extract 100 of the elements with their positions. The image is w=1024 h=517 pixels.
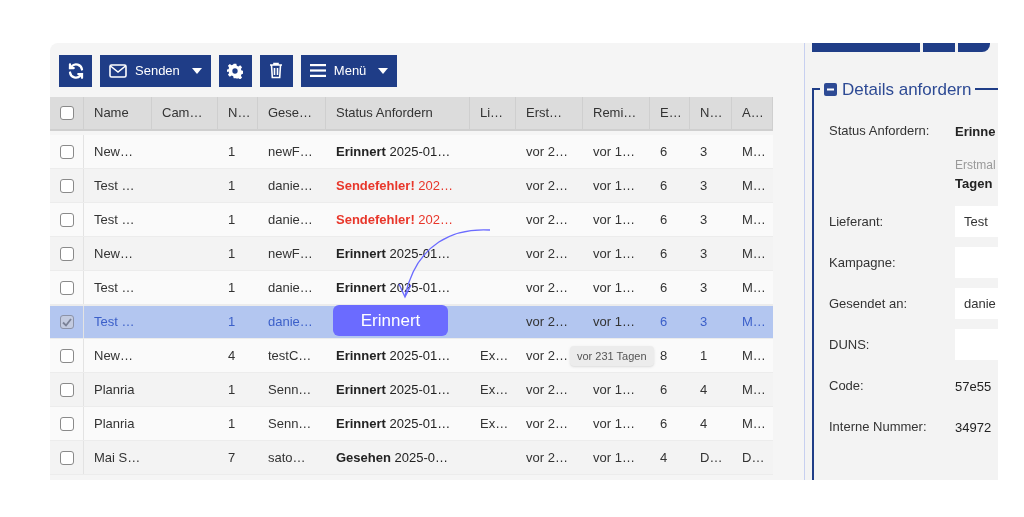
- table-cell-text: Ex…: [480, 414, 509, 433]
- table-cell-text: danie…: [268, 278, 313, 297]
- table-cell-text: vor 1…: [593, 244, 635, 263]
- table-cell-text: 3: [700, 313, 708, 332]
- table-cell-text: sato…: [268, 448, 306, 467]
- table-cell-text: vor 1…: [593, 176, 635, 195]
- table-cell-text: 3: [700, 176, 708, 195]
- status-text: Gesehen 2025-0…: [336, 448, 448, 467]
- table-cell-text: M…: [742, 313, 766, 332]
- table-cell-text: Planria: [94, 414, 135, 433]
- table-cell-text: 4: [700, 380, 708, 399]
- table-cell-text: D…: [700, 448, 723, 467]
- status-tooltip: Erinnert: [333, 305, 448, 336]
- section-title: Details anfordern: [842, 79, 972, 101]
- table-cell-text: Test …: [94, 210, 135, 229]
- table-cell-text: newF…: [268, 142, 313, 161]
- table-cell-text: vor 1…: [593, 448, 635, 467]
- table-cell-text: Test …: [94, 313, 135, 332]
- table-cell-text: vor 2…: [526, 448, 568, 467]
- status-text: Erinnert 2025-01…: [336, 414, 451, 433]
- field-value: 57e55: [955, 378, 992, 394]
- table-cell-text: vor 2…: [526, 176, 568, 195]
- table-cell-text: vor 1…: [593, 313, 635, 332]
- table-cell-text: Test …: [94, 176, 135, 195]
- table-cell-text: 6: [660, 176, 668, 195]
- table-cell-text: Ex…: [480, 346, 509, 365]
- table-cell-text: 6: [660, 278, 668, 297]
- table-cell-text: vor 2…: [526, 278, 568, 297]
- status-text: Sendefehler! 202…: [336, 210, 454, 229]
- field-value: Erinne: [955, 123, 996, 139]
- table-cell-text: danie…: [268, 176, 313, 195]
- status-text: Erinnert 2025-01…: [336, 244, 451, 263]
- table-cell-text: M…: [742, 278, 766, 297]
- table-cell-text: M…: [742, 142, 766, 161]
- status-text: Erinnert 2025-01…: [336, 380, 451, 399]
- table-cell-text: vor 1…: [593, 380, 635, 399]
- table-cell-text: vor 1…: [593, 278, 635, 297]
- table-cell-text: 1: [228, 142, 236, 161]
- table-cell-text: 6: [660, 313, 668, 332]
- table-cell-text: Mai S…: [94, 448, 141, 467]
- table-cell-text: testC…: [268, 346, 312, 365]
- field-label: Status Anfordern:: [829, 122, 930, 138]
- field-label: Code:: [829, 377, 864, 393]
- table-cell-text: D…: [742, 448, 765, 467]
- table-cell-text: 6: [660, 414, 668, 433]
- table-cell-text: Senn…: [268, 414, 312, 433]
- field-label: Interne Nummer:: [829, 418, 927, 434]
- table-cell-text: 3: [700, 244, 708, 263]
- table-cell-text: M…: [742, 414, 766, 433]
- table-cell-text: newF…: [268, 244, 313, 263]
- table-cell-text: 6: [660, 380, 668, 399]
- table-cell-text: 1: [228, 210, 236, 229]
- table-cell-text: 4: [700, 414, 708, 433]
- table-cell-text: Planria: [94, 380, 135, 399]
- field-label: Kampagne:: [829, 254, 896, 270]
- field-label: DUNS:: [829, 336, 870, 352]
- table-cell-text: danie…: [268, 313, 313, 332]
- field-label: Gesendet an:: [829, 295, 908, 311]
- table-cell-text: vor 2…: [526, 346, 568, 365]
- table-cell-text: Test …: [94, 278, 135, 297]
- table-cell-text: vor 2…: [526, 244, 568, 263]
- table-cell-text: vor 1…: [593, 414, 635, 433]
- table-cell-text: M…: [742, 176, 766, 195]
- table-cell-text: 3: [700, 142, 708, 161]
- table-cell-text: vor 2…: [526, 313, 568, 332]
- table-cell-text: vor 2…: [526, 210, 568, 229]
- table-cell-text: M…: [742, 210, 766, 229]
- table-cell-text: M…: [742, 244, 766, 263]
- table-cell-text: M…: [742, 346, 766, 365]
- table-cell-text: 4: [660, 448, 668, 467]
- table-cell-text: 1: [228, 380, 236, 399]
- table-cell-text: vor 2…: [526, 380, 568, 399]
- table-cell-text: New…: [94, 142, 133, 161]
- table-cell-text: vor 2…: [526, 414, 568, 433]
- status-text: Erinnert 2025-01…: [336, 142, 451, 161]
- table-cell-text: 6: [660, 210, 668, 229]
- table-cell-text: 1: [228, 414, 236, 433]
- field-label: Lieferant:: [829, 213, 884, 229]
- table-cell-text: Senn…: [268, 380, 312, 399]
- table-cell-text: 1: [700, 346, 708, 365]
- table-cell-text: 1: [228, 244, 236, 263]
- table-cell-text: 8: [660, 346, 668, 365]
- table-cell-text: M…: [742, 380, 766, 399]
- table-cell-text: New…: [94, 244, 133, 263]
- table-cell-text: 7: [228, 448, 236, 467]
- table-cell-text: vor 1…: [593, 210, 635, 229]
- table-cell-text: 3: [700, 278, 708, 297]
- hint-text: Tagen: [955, 175, 994, 193]
- hint-text: Erstmal: [955, 157, 996, 174]
- table-cell-text: vor 1…: [593, 142, 635, 161]
- table-cell-text: 3: [700, 210, 708, 229]
- table-cell-text: 4: [228, 346, 236, 365]
- table-cell-text: 6: [660, 244, 668, 263]
- table-cell-text: Ex…: [480, 380, 509, 399]
- field-value: 34972: [955, 419, 992, 435]
- status-text: Erinnert 2025-01…: [336, 346, 451, 365]
- table-cell-text: 1: [228, 176, 236, 195]
- date-tooltip: vor 231 Tagen: [570, 346, 654, 366]
- table-cell-text: 1: [228, 313, 236, 332]
- table-cell-text: 1: [228, 278, 236, 297]
